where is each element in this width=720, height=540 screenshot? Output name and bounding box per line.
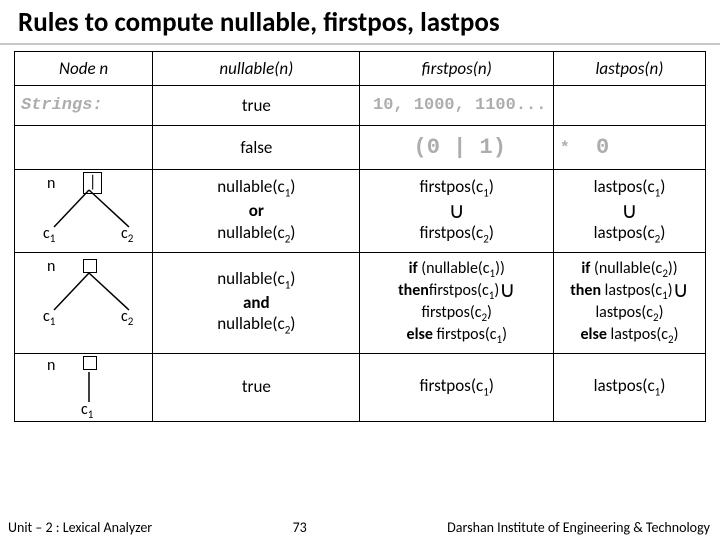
tree-star: n c1 [19,356,148,419]
hdr-firstpos: firstpos(n) [360,52,553,86]
bg-strings: Strings: [15,86,152,125]
or-c1: c1 [43,224,55,246]
cell-firstpos-eps: 10, 1000, 1100... [360,86,553,126]
footer-page: 73 [285,519,315,536]
cell-nullable-star: true [153,353,360,421]
or-c2: c2 [121,224,133,246]
tree-or: n | c1 c2 [19,172,148,250]
row-leaf: false (0 | 1) * 0 [15,126,706,170]
union-icon: ∪ [621,204,637,217]
tree-cat: n c1 c2 [19,255,148,351]
cell-lastpos-eps [553,86,705,126]
cell-lastpos-leaf: * 0 [553,126,705,170]
cell-node-cat: n c1 c2 [15,252,153,353]
row-epsilon: Strings: true 10, 1000, 1100... [15,86,706,126]
header-row: Node n nullable(n) firstpos(n) lastpos(n… [15,52,706,86]
cell-nullable-leaf: false [153,126,360,170]
row-cat: n c1 c2 nullable(c1) and nullable(c2) if… [15,252,706,353]
star-n: n [47,356,55,376]
row-or: n | c1 c2 nullable(c1) or nullable(c2) f… [15,170,706,253]
cell-nullable-cat: nullable(c1) and nullable(c2) [153,252,360,353]
or-op: | [83,172,102,194]
union-icon: ∪ [449,204,465,217]
union-icon: ∪ [673,283,689,296]
row-star: n c1 true firstpos(c1) lastpos(c1) [15,353,706,421]
rules-table: Node n nullable(n) firstpos(n) lastpos(n… [14,51,706,422]
hdr-node: Node n [15,52,153,86]
star-op [83,356,97,370]
cell-firstpos-leaf: (0 | 1) [360,126,553,170]
cell-node-star: n c1 [15,353,153,421]
cell-node-eps: Strings: [15,86,153,126]
cell-lastpos-or: lastpos(c1) ∪ lastpos(c2) [553,170,705,253]
cat-op [83,259,97,273]
cell-node-leaf [15,126,153,170]
cell-nullable-or: nullable(c1) or nullable(c2) [153,170,360,253]
cell-lastpos-cat: if (nullable(c2)) then lastpos(c1)∪ last… [553,252,705,353]
footer-inst: Darshan Institute of Engineering & Techn… [447,519,710,536]
cell-firstpos-cat: if (nullable(c1)) thenfirstpos(c1)∪ firs… [360,252,553,353]
footer-unit: Unit – 2 : Lexical Analyzer [8,519,152,536]
cat-n: n [47,257,55,277]
union-icon: ∪ [499,283,515,296]
cell-firstpos-star: firstpos(c1) [360,353,553,421]
footer: Unit – 2 : Lexical Analyzer 73 Darshan I… [0,515,720,540]
hdr-nullable: nullable(n) [153,52,360,86]
cat-c2: c2 [121,307,133,329]
bg-regex: (0 | 1) [360,126,552,169]
cell-node-or: n | c1 c2 [15,170,153,253]
bg-star-zero: * 0 [554,126,705,169]
bg-nums: 10, 1000, 1100... [360,86,552,125]
cell-nullable-eps: true [153,86,360,126]
cat-c1: c1 [43,307,55,329]
slide-title: Rules to compute nullable, firstpos, las… [18,6,706,39]
hdr-lastpos: lastpos(n) [553,52,705,86]
slide-title-bar: Rules to compute nullable, firstpos, las… [0,0,720,45]
star-c1: c1 [81,400,93,422]
cell-firstpos-or: firstpos(c1) ∪ firstpos(c2) [360,170,553,253]
or-n: n [47,174,55,194]
cell-lastpos-star: lastpos(c1) [553,353,705,421]
content-area: Node n nullable(n) firstpos(n) lastpos(n… [0,45,720,515]
